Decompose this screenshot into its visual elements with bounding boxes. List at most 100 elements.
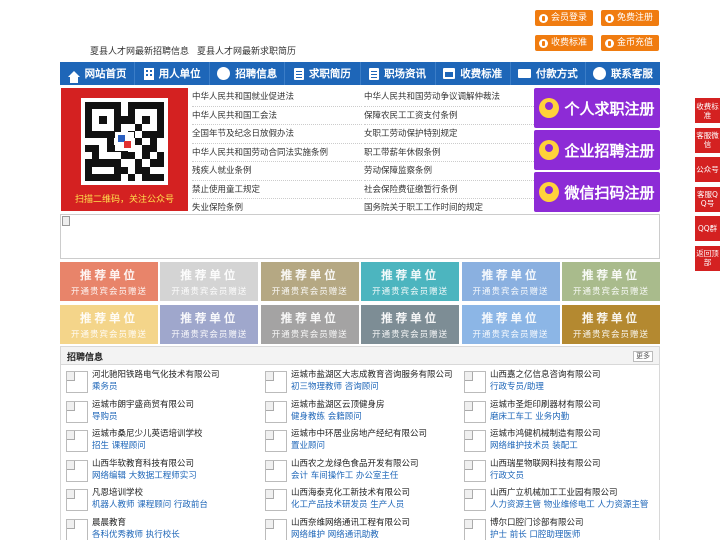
side-official-account-button[interactable]: 公众号 xyxy=(695,157,720,182)
company-link[interactable]: 山西瑞星物联网科技有限公司 xyxy=(490,458,654,470)
law-link[interactable]: 中华人民共和国劳动合同法实施条例 xyxy=(192,144,362,162)
side-wechat-button[interactable]: 客服微信 xyxy=(695,127,720,153)
company-link[interactable]: 运城市盐湖区大志成教育咨询服务有限公司 xyxy=(291,369,455,381)
job-positions-link[interactable]: 乘务员 xyxy=(92,381,256,393)
company-logo-image[interactable] xyxy=(66,400,88,423)
law-link[interactable]: 中华人民共和国劳动争议调解仲裁法 xyxy=(364,88,534,107)
company-link[interactable]: 运城市中环居业房地产经纪有限公司 xyxy=(291,428,455,440)
nav-jobs[interactable]: 招聘信息 xyxy=(210,62,286,85)
recommend-slot[interactable]: 推荐单位 开通贵宾会员赠送 xyxy=(160,305,259,344)
company-logo-image[interactable] xyxy=(464,459,486,482)
job-positions-link[interactable]: 行政专员/助理 xyxy=(490,381,654,393)
recommend-slot[interactable]: 推荐单位 开通贵宾会员赠送 xyxy=(60,305,158,344)
nav-payment[interactable]: 付款方式 xyxy=(511,62,586,85)
company-logo-image[interactable] xyxy=(66,518,88,540)
law-link[interactable]: 全国年节及纪念日放假办法 xyxy=(192,125,362,144)
law-link[interactable]: 保障农民工工资支付条例 xyxy=(364,107,534,125)
company-link[interactable]: 凡恩培训学校 xyxy=(92,487,256,499)
recommend-slot[interactable]: 推荐单位 开通贵宾会员赠送 xyxy=(361,262,460,301)
law-link[interactable]: 社会保险费征缴暂行条例 xyxy=(364,181,534,199)
law-link[interactable]: 劳动保障监察条例 xyxy=(364,162,534,181)
company-link[interactable]: 山西华软教育科技有限公司 xyxy=(92,458,256,470)
personal-register-button[interactable]: 个人求职注册 xyxy=(534,88,660,128)
company-logo-image[interactable] xyxy=(66,459,88,482)
company-logo-image[interactable] xyxy=(464,400,486,423)
recommend-slot[interactable]: 推荐单位 开通贵宾会员赠送 xyxy=(60,262,158,301)
job-positions-link[interactable]: 网络维护 网络通讯助教 xyxy=(291,529,455,540)
job-positions-link[interactable]: 网络编辑 大数据工程师实习 xyxy=(92,470,256,482)
recommend-slot[interactable]: 推荐单位 开通贵宾会员赠送 xyxy=(461,262,560,301)
law-link[interactable]: 禁止使用童工规定 xyxy=(192,181,362,199)
enterprise-register-button[interactable]: 企业招聘注册 xyxy=(534,130,660,170)
company-logo-image[interactable] xyxy=(66,489,88,511)
nav-home[interactable]: 网站首页 xyxy=(60,62,136,85)
recommend-slot[interactable]: 推荐单位 开通贵宾会员赠送 xyxy=(461,305,560,344)
job-positions-link[interactable]: 机器人教师 课程顾问 行政前台 xyxy=(92,499,256,511)
job-positions-link[interactable]: 护士 前长 口腔助理医师 xyxy=(490,529,654,540)
job-positions-link[interactable]: 各科优秀教师 执行校长 xyxy=(92,529,256,540)
company-link[interactable]: 河北驰阳铁路电气化技术有限公司 xyxy=(92,369,256,381)
company-link[interactable]: 运城市桑尼少儿英语培训学校 xyxy=(92,428,256,440)
job-positions-link[interactable]: 人力资源主管 物业维修电工 人力资源主管 xyxy=(490,499,654,511)
law-link[interactable]: 中华人民共和国就业促进法 xyxy=(192,88,362,107)
law-link[interactable]: 女职工劳动保护特别规定 xyxy=(364,125,534,144)
more-link[interactable]: 更多 xyxy=(633,351,653,362)
side-fees-button[interactable]: 收费标准 xyxy=(695,98,720,123)
coin-recharge-button[interactable]: 金币充值 xyxy=(601,35,660,51)
company-link[interactable]: 山西海泰克化工新技术有限公司 xyxy=(291,487,455,499)
company-logo-image[interactable] xyxy=(464,430,486,452)
job-positions-link[interactable]: 招生 课程顾问 xyxy=(92,440,256,452)
law-link[interactable]: 残疾人就业条例 xyxy=(192,162,362,181)
company-logo-image[interactable] xyxy=(265,371,287,393)
company-link[interactable]: 博尔口腔门诊部有限公司 xyxy=(490,517,654,529)
nav-support[interactable]: 联系客服 xyxy=(586,62,660,85)
company-logo-image[interactable] xyxy=(464,489,486,511)
company-logo-image[interactable] xyxy=(66,371,88,393)
nav-resumes[interactable]: 求职简历 xyxy=(285,62,361,85)
side-qq-group-button[interactable]: QQ群 xyxy=(695,216,720,241)
company-link[interactable]: 运城市盐湖区云顶健身房 xyxy=(291,399,455,411)
company-link[interactable]: 运城市圣炬印刷器材有限公司 xyxy=(490,399,654,411)
company-logo-image[interactable] xyxy=(464,371,486,393)
law-link[interactable]: 职工带薪年休假条例 xyxy=(364,144,534,162)
fee-standard-button[interactable]: 收费标准 xyxy=(535,35,594,51)
back-to-top-button[interactable]: 返回顶部 xyxy=(695,245,720,271)
recommend-slot[interactable]: 推荐单位 开通贵宾会员赠送 xyxy=(260,305,359,344)
company-link[interactable]: 山西嘉之亿信息咨询有限公司 xyxy=(490,369,654,381)
job-positions-link[interactable]: 置业顾问 xyxy=(291,440,455,452)
law-link[interactable]: 中华人民共和国工会法 xyxy=(192,107,362,125)
side-qq-button[interactable]: 客服QQ号 xyxy=(695,186,720,212)
company-link[interactable]: 晨晨教育 xyxy=(92,517,256,529)
recommend-slot[interactable]: 推荐单位 开通贵宾会员赠送 xyxy=(561,305,660,344)
job-positions-link[interactable]: 行政文员 xyxy=(490,470,654,482)
company-logo-image[interactable] xyxy=(66,430,88,452)
company-link[interactable]: 运城市朗宇盛商贸有限公司 xyxy=(92,399,256,411)
latest-jobs-link[interactable]: 夏县人才网最新招聘信息 xyxy=(90,44,189,57)
job-positions-link[interactable]: 网络维护技术员 装配工 xyxy=(490,440,654,452)
latest-resumes-link[interactable]: 夏县人才网最新求职简历 xyxy=(197,44,296,57)
job-positions-link[interactable]: 磨床工车工 业务内勤 xyxy=(490,411,654,423)
job-positions-link[interactable]: 化工产品技术研发员 生产人员 xyxy=(291,499,455,511)
recommend-slot[interactable]: 推荐单位 开通贵宾会员赠送 xyxy=(361,305,460,344)
nav-employers[interactable]: 用人单位 xyxy=(135,62,211,85)
company-link[interactable]: 运城市鸿健机械制造有限公司 xyxy=(490,428,654,440)
job-positions-link[interactable]: 健身教练 会籍顾问 xyxy=(291,411,455,423)
company-logo-image[interactable] xyxy=(265,518,287,540)
company-logo-image[interactable] xyxy=(265,459,287,482)
company-logo-image[interactable] xyxy=(265,430,287,452)
free-register-button[interactable]: 免费注册 xyxy=(601,10,660,26)
nav-news[interactable]: 职场资讯 xyxy=(361,62,436,85)
job-positions-link[interactable]: 导购员 xyxy=(92,411,256,423)
company-link[interactable]: 山西农之龙绿色食品开发有限公司 xyxy=(291,458,455,470)
job-positions-link[interactable]: 会计 车间操作工 办公室主任 xyxy=(291,470,455,482)
job-positions-link[interactable]: 初三物理教师 咨询顾问 xyxy=(291,381,455,393)
company-logo-image[interactable] xyxy=(265,489,287,511)
recommend-slot[interactable]: 推荐单位 开通贵宾会员赠送 xyxy=(160,262,259,301)
member-login-button[interactable]: 会员登录 xyxy=(535,10,594,26)
company-logo-image[interactable] xyxy=(265,400,287,423)
company-link[interactable]: 山西奈维网络通讯工程有限公司 xyxy=(291,517,455,529)
banner-ad[interactable] xyxy=(60,214,660,259)
wechat-register-button[interactable]: 微信扫码注册 xyxy=(534,172,660,212)
recommend-slot[interactable]: 推荐单位 开通贵宾会员赠送 xyxy=(260,262,359,301)
company-link[interactable]: 山西广立机械加工工业园有限公司 xyxy=(490,487,654,499)
